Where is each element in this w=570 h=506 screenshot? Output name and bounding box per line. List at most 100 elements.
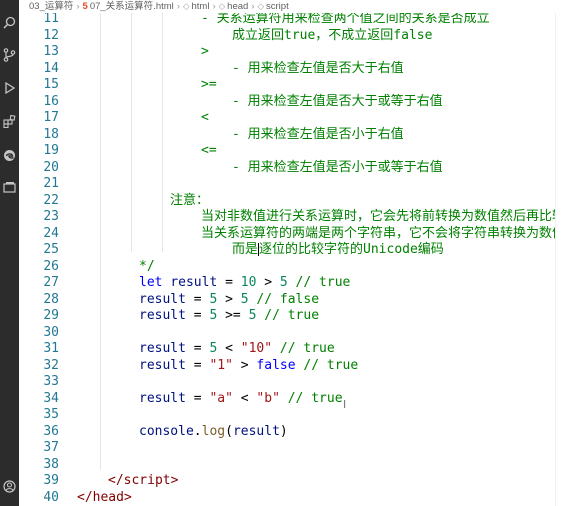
line-number: 15 bbox=[43, 77, 59, 92]
code-line[interactable]: 32 result = "1" > false // true bbox=[19, 358, 570, 375]
code-token: console bbox=[139, 423, 194, 439]
code-token: result bbox=[139, 390, 186, 406]
line-code: 当关系运算符的两端是两个字符串，它不会将字符串转换为数值， bbox=[201, 226, 570, 243]
code-line[interactable]: 21 bbox=[19, 176, 570, 193]
overview-ruler[interactable] bbox=[555, 13, 570, 506]
line-number: 20 bbox=[43, 159, 59, 175]
code-token: result bbox=[139, 357, 186, 373]
code-token: > bbox=[123, 489, 132, 505]
code-line[interactable]: 35 bbox=[19, 407, 570, 424]
code-token: . bbox=[193, 423, 202, 439]
code-token: "10" bbox=[240, 341, 273, 356]
code-line[interactable]: 22 注意： bbox=[19, 193, 570, 210]
breadcrumb-folder[interactable]: 03_运算符 bbox=[29, 0, 73, 13]
line-number: 12 bbox=[43, 27, 59, 43]
code-token: = bbox=[217, 275, 241, 290]
code-line[interactable]: 34 result = "a" < "b" // true bbox=[19, 391, 570, 408]
code-token: result bbox=[139, 291, 186, 307]
code-editor[interactable]: 11 - 关系运算符用来检查两个值之间的关系是否成立 12 成立返回true，不成立返… bbox=[19, 0, 570, 506]
code-line[interactable]: 14 - 用来检查左值是否大于右值 bbox=[19, 61, 570, 78]
line-number: 23 bbox=[43, 209, 59, 224]
line-code: 当对非数值进行关系运算时，它会先将前转换为数值然后再比较 bbox=[201, 209, 565, 226]
code-token: = bbox=[185, 357, 210, 373]
code-line[interactable]: 27 let result = 10 > 5 // true bbox=[19, 275, 570, 292]
code-line[interactable]: 37 bbox=[19, 440, 570, 457]
line-number: 13 bbox=[43, 44, 59, 59]
code-line[interactable]: 30 bbox=[19, 325, 570, 342]
line-number: 32 bbox=[43, 357, 59, 373]
code-line[interactable]: 12 成立返回true，不成立返回false bbox=[19, 28, 570, 45]
code-line[interactable]: 23 当对非数值进行关系运算时，它会先将前转换为数值然后再比较 bbox=[19, 209, 570, 226]
code-token: 注意： bbox=[170, 192, 210, 208]
line-number: 24 bbox=[43, 225, 59, 241]
code-line[interactable]: 11 - 关系运算符用来检查两个值之间的关系是否成立 bbox=[19, 11, 570, 28]
element-icon: ◇ bbox=[218, 1, 226, 11]
line-code: 成立返回true，不成立返回false bbox=[232, 28, 432, 45]
line-number: 29 bbox=[43, 308, 59, 323]
code-line[interactable]: 39 </script> bbox=[19, 473, 570, 490]
breadcrumb-file[interactable]: 07_关系运算符.html bbox=[90, 0, 174, 13]
code-line[interactable]: 13 > bbox=[19, 44, 570, 61]
code-line[interactable]: 18 - 用来检查左值是否小于右值 bbox=[19, 127, 570, 144]
line-code: </script> bbox=[108, 473, 178, 490]
code-token: </ bbox=[108, 473, 124, 488]
code-line[interactable]: 24 当关系运算符的两端是两个字符串，它不会将字符串转换为数值， bbox=[19, 226, 570, 243]
code-token: result bbox=[170, 275, 218, 290]
breadcrumb-item-script[interactable]: script bbox=[266, 0, 289, 13]
code-token: 成立返回true，不成立返回false bbox=[232, 27, 433, 43]
code-token: // true bbox=[295, 357, 359, 373]
chevron-right-icon: › bbox=[76, 1, 80, 12]
line-code: console.log(result) bbox=[139, 424, 288, 441]
code-line[interactable]: 17 < bbox=[19, 110, 570, 127]
code-token: >= bbox=[217, 308, 249, 323]
code-line[interactable]: 33 bbox=[19, 374, 570, 391]
breadcrumb-item-html[interactable]: html bbox=[191, 0, 209, 13]
code-line[interactable]: 28 result = 5 > 5 // false bbox=[19, 292, 570, 309]
edge-devtools-icon[interactable] bbox=[0, 145, 19, 165]
html-file-icon: 5 bbox=[82, 1, 88, 12]
source-control-icon[interactable] bbox=[0, 45, 19, 65]
line-number: 30 bbox=[43, 324, 59, 340]
code-token: result bbox=[139, 308, 186, 323]
line-code: >= bbox=[201, 77, 217, 94]
line-code: result = 5 < "10" // true bbox=[139, 341, 335, 358]
search-icon[interactable] bbox=[0, 12, 19, 32]
code-line[interactable]: 29 result = 5 >= 5 // true bbox=[19, 308, 570, 325]
code-line[interactable]: 15 >= bbox=[19, 77, 570, 94]
line-number: 16 bbox=[43, 93, 59, 109]
remote-explorer-icon[interactable] bbox=[0, 177, 19, 197]
line-number: 33 bbox=[43, 374, 59, 389]
code-token: "1" bbox=[209, 357, 233, 373]
code-line[interactable]: 16 - 用来检查左值是否大于或等于右值 bbox=[19, 94, 570, 111]
code-line[interactable]: 31 result = 5 < "10" // true bbox=[19, 341, 570, 358]
code-line[interactable]: 19 <= bbox=[19, 143, 570, 160]
code-line[interactable]: 25 而是逐位的比较字符的Unicode编码 bbox=[19, 242, 570, 259]
line-number: 11 bbox=[43, 11, 59, 26]
code-token: result bbox=[232, 423, 280, 439]
line-code: - 用来检查左值是否大于右值 bbox=[232, 61, 404, 78]
code-line[interactable]: 40 </head> bbox=[19, 490, 570, 506]
extensions-icon[interactable] bbox=[0, 111, 19, 131]
run-debug-icon[interactable] bbox=[0, 78, 19, 98]
code-token: head bbox=[92, 489, 124, 505]
code-line[interactable]: 26 */ bbox=[19, 259, 570, 276]
code-token: = bbox=[185, 390, 210, 406]
line-number: 27 bbox=[43, 275, 59, 290]
chevron-right-icon: › bbox=[176, 1, 180, 12]
line-number: 25 bbox=[43, 242, 59, 257]
element-icon: ◇ bbox=[257, 1, 265, 11]
breadcrumb-item-head[interactable]: head bbox=[227, 0, 248, 13]
code-line[interactable]: 36 console.log(result) bbox=[19, 424, 570, 441]
code-line[interactable]: 20 - 用来检查左值是否小于或等于右值 bbox=[19, 160, 570, 177]
code-line[interactable]: 38 bbox=[19, 457, 570, 474]
code-token: > bbox=[217, 291, 241, 307]
account-icon[interactable] bbox=[0, 476, 19, 496]
line-number: 39 bbox=[43, 473, 59, 488]
line-code: <= bbox=[201, 143, 217, 160]
line-code: result = "a" < "b" // true bbox=[139, 391, 343, 408]
code-token: > bbox=[170, 473, 179, 488]
line-number: 37 bbox=[43, 440, 59, 455]
line-code: let result = 10 > 5 // true bbox=[139, 275, 350, 292]
line-number: 34 bbox=[43, 390, 59, 406]
code-token: // true bbox=[256, 308, 320, 323]
